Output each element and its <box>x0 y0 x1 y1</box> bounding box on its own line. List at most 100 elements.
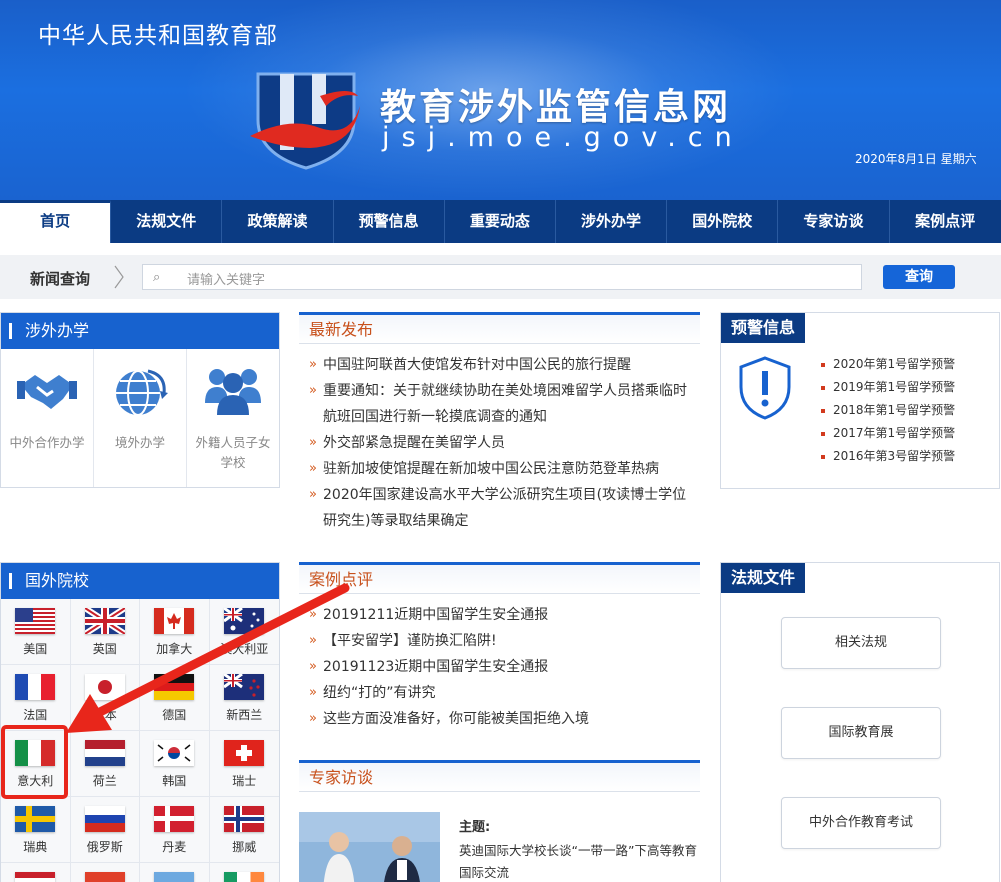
case-item[interactable]: 20191123近期中国留学生安全通报 <box>299 654 700 680</box>
country-no[interactable]: 挪威 <box>209 797 279 863</box>
nav-item-experts[interactable]: 专家访谈 <box>778 200 890 243</box>
country-fr[interactable]: 法国 <box>1 665 71 731</box>
panel-title[interactable]: 预警信息 <box>721 313 806 343</box>
se-flag-icon <box>15 806 56 832</box>
interview-photo[interactable] <box>299 812 440 882</box>
news-item[interactable]: 外交部紧急提醒在美留学人员 <box>299 430 700 456</box>
site-domain: jsj.moe.gov.cn <box>382 122 744 153</box>
affairs-item-label: 中外合作办学 <box>9 435 85 450</box>
panel-title[interactable]: 国外院校 <box>1 563 279 599</box>
country-name: 新西兰 <box>226 708 263 722</box>
cooperation-exam-button[interactable]: 中外合作教育考试 <box>781 797 941 849</box>
main-nav: 首页 法规文件 政策解读 预警信息 重要动态 涉外办学 国外院校 专家访谈 案例… <box>0 200 1001 243</box>
nav-item-cases[interactable]: 案例点评 <box>890 200 1001 243</box>
search-button[interactable]: 查询 <box>883 265 955 289</box>
it-flag-icon <box>15 740 56 766</box>
nav-item-home[interactable]: 首页 <box>0 200 112 243</box>
case-item[interactable]: 纽约“打的”有讲究 <box>299 680 700 706</box>
laws-panel: 法规文件 相关法规 国际教育展 中外合作教育考试 <box>720 562 1000 882</box>
country-name: 法国 <box>23 708 48 722</box>
site-header: 中华人民共和国教育部 教育涉外监管信息网 jsj.moe.gov.cn 2020… <box>0 0 1001 200</box>
warning-item[interactable]: 2019年第1号留学预警 <box>821 376 955 399</box>
nz-flag-icon <box>224 674 265 700</box>
interview-title[interactable]: 英迪国际大学校长谈“一带一路”下高等教育国际交流 <box>459 840 704 882</box>
country-nz[interactable]: 新西兰 <box>209 665 279 731</box>
country-au[interactable]: 澳大利亚 <box>209 599 279 665</box>
country-dk[interactable]: 丹麦 <box>140 797 210 863</box>
country-name: 丹麦 <box>162 840 187 854</box>
kr-flag-icon <box>154 740 195 766</box>
country-de[interactable]: 德国 <box>140 665 210 731</box>
globe-icon <box>116 369 168 416</box>
uk-flag-icon <box>84 608 125 634</box>
country-jp[interactable]: 日本 <box>70 665 140 731</box>
handshake-icon <box>17 375 77 409</box>
country-ch[interactable]: 瑞士 <box>209 731 279 797</box>
country-row-partial <box>209 863 279 882</box>
section-title[interactable]: 最新发布 <box>299 312 700 344</box>
news-item[interactable]: 驻新加坡使馆提醒在新加坡中国公民注意防范登革热病 <box>299 456 700 482</box>
news-item[interactable]: 2020年国家建设高水平大学公派研究生项目(攻读博士学位研究生)等录取结果确定 <box>299 482 700 534</box>
warning-item[interactable]: 2018年第1号留学预警 <box>821 399 955 422</box>
panel-title[interactable]: 法规文件 <box>721 563 806 593</box>
panel-title[interactable]: 涉外办学 <box>1 313 279 349</box>
country-name: 俄罗斯 <box>86 840 123 854</box>
fr-flag-icon <box>15 674 56 700</box>
country-name: 意大利 <box>17 774 54 788</box>
nav-item-regulations[interactable]: 法规文件 <box>111 200 223 243</box>
warning-item[interactable]: 2016年第3号留学预警 <box>821 445 955 468</box>
country-uk[interactable]: 英国 <box>70 599 140 665</box>
country-ru[interactable]: 俄罗斯 <box>70 797 140 863</box>
us-flag-icon <box>15 608 56 634</box>
case-item[interactable]: 【平安留学】谨防换汇陷阱! <box>299 628 700 654</box>
nav-item-warnings[interactable]: 预警信息 <box>334 200 445 243</box>
section-title[interactable]: 专家访谈 <box>299 760 700 792</box>
news-item[interactable]: 中国驻阿联酋大使馆发布针对中国公民的旅行提醒 <box>299 352 700 378</box>
ministry-name[interactable]: 中华人民共和国教育部 <box>38 16 278 50</box>
case-item[interactable]: 20191211近期中国留学生安全通报 <box>299 602 700 628</box>
nav-item-foreign-schools[interactable]: 国外院校 <box>667 200 779 243</box>
country-it[interactable]: 意大利 <box>1 731 71 797</box>
country-name: 澳大利亚 <box>220 642 269 656</box>
news-item[interactable]: 重要通知：关于就继续协助在美处境困难留学人员搭乘临时航班回国进行新一轮摸底调查的… <box>299 378 700 430</box>
country-row-partial <box>70 863 140 882</box>
country-name: 荷兰 <box>92 774 117 788</box>
country-ca[interactable]: 加拿大 <box>140 599 210 665</box>
foreign-affairs-panel: 涉外办学 中外合作办学 境外办学 外籍人员子女学校 <box>0 312 280 488</box>
warning-item[interactable]: 2020年第1号留学预警 <box>821 353 955 376</box>
affairs-item-cooperation[interactable]: 中外合作办学 <box>1 349 94 487</box>
no-flag-icon <box>224 806 265 832</box>
nav-item-news[interactable]: 重要动态 <box>445 200 556 243</box>
shield-warning-icon <box>739 356 791 420</box>
related-laws-button[interactable]: 相关法规 <box>781 617 941 669</box>
country-name: 韩国 <box>162 774 187 788</box>
de-flag-icon <box>154 674 195 700</box>
case-item[interactable]: 这些方面没准备好，你可能被美国拒绝入境 <box>299 706 700 732</box>
search-input[interactable]: ⌕ 请输入关键字 <box>142 264 862 290</box>
site-logo-icon[interactable] <box>250 66 362 170</box>
country-nl[interactable]: 荷兰 <box>70 731 140 797</box>
foreign-schools-panel: 国外院校 美国 英国 加拿大 澳大利亚 法国 日本 德国 新西兰 意大利 荷兰 … <box>0 562 280 882</box>
nav-item-foreign-affairs[interactable]: 涉外办学 <box>556 200 668 243</box>
ru-flag-icon <box>84 806 125 832</box>
experts-section: 专家访谈 主题: 英迪国际大学校长谈“一带一路”下高等教育国际交流 <box>299 760 700 882</box>
affairs-item-expat-schools[interactable]: 外籍人员子女学校 <box>187 349 279 487</box>
people-icon <box>205 369 261 415</box>
country-us[interactable]: 美国 <box>1 599 71 665</box>
cases-section: 案例点评 20191211近期中国留学生安全通报 【平安留学】谨防换汇陷阱! 2… <box>299 562 700 732</box>
country-name: 瑞士 <box>232 774 257 788</box>
country-se[interactable]: 瑞典 <box>1 797 71 863</box>
warnings-panel: 预警信息 2020年第1号留学预警 2019年第1号留学预警 2018年第1号留… <box>720 312 1000 489</box>
latest-news-section: 最新发布 中国驻阿联酋大使馆发布针对中国公民的旅行提醒 重要通知：关于就继续协助… <box>299 312 700 534</box>
affairs-item-overseas[interactable]: 境外办学 <box>94 349 187 487</box>
country-kr[interactable]: 韩国 <box>140 731 210 797</box>
jp-flag-icon <box>84 674 125 700</box>
country-row-partial <box>1 863 71 882</box>
ch-flag-icon <box>224 740 265 766</box>
education-expo-button[interactable]: 国际教育展 <box>781 707 941 759</box>
country-name: 德国 <box>162 708 187 722</box>
nav-item-policy[interactable]: 政策解读 <box>222 200 334 243</box>
warning-item[interactable]: 2017年第1号留学预警 <box>821 422 955 445</box>
affairs-item-label: 境外办学 <box>114 435 165 450</box>
section-title[interactable]: 案例点评 <box>299 562 700 594</box>
